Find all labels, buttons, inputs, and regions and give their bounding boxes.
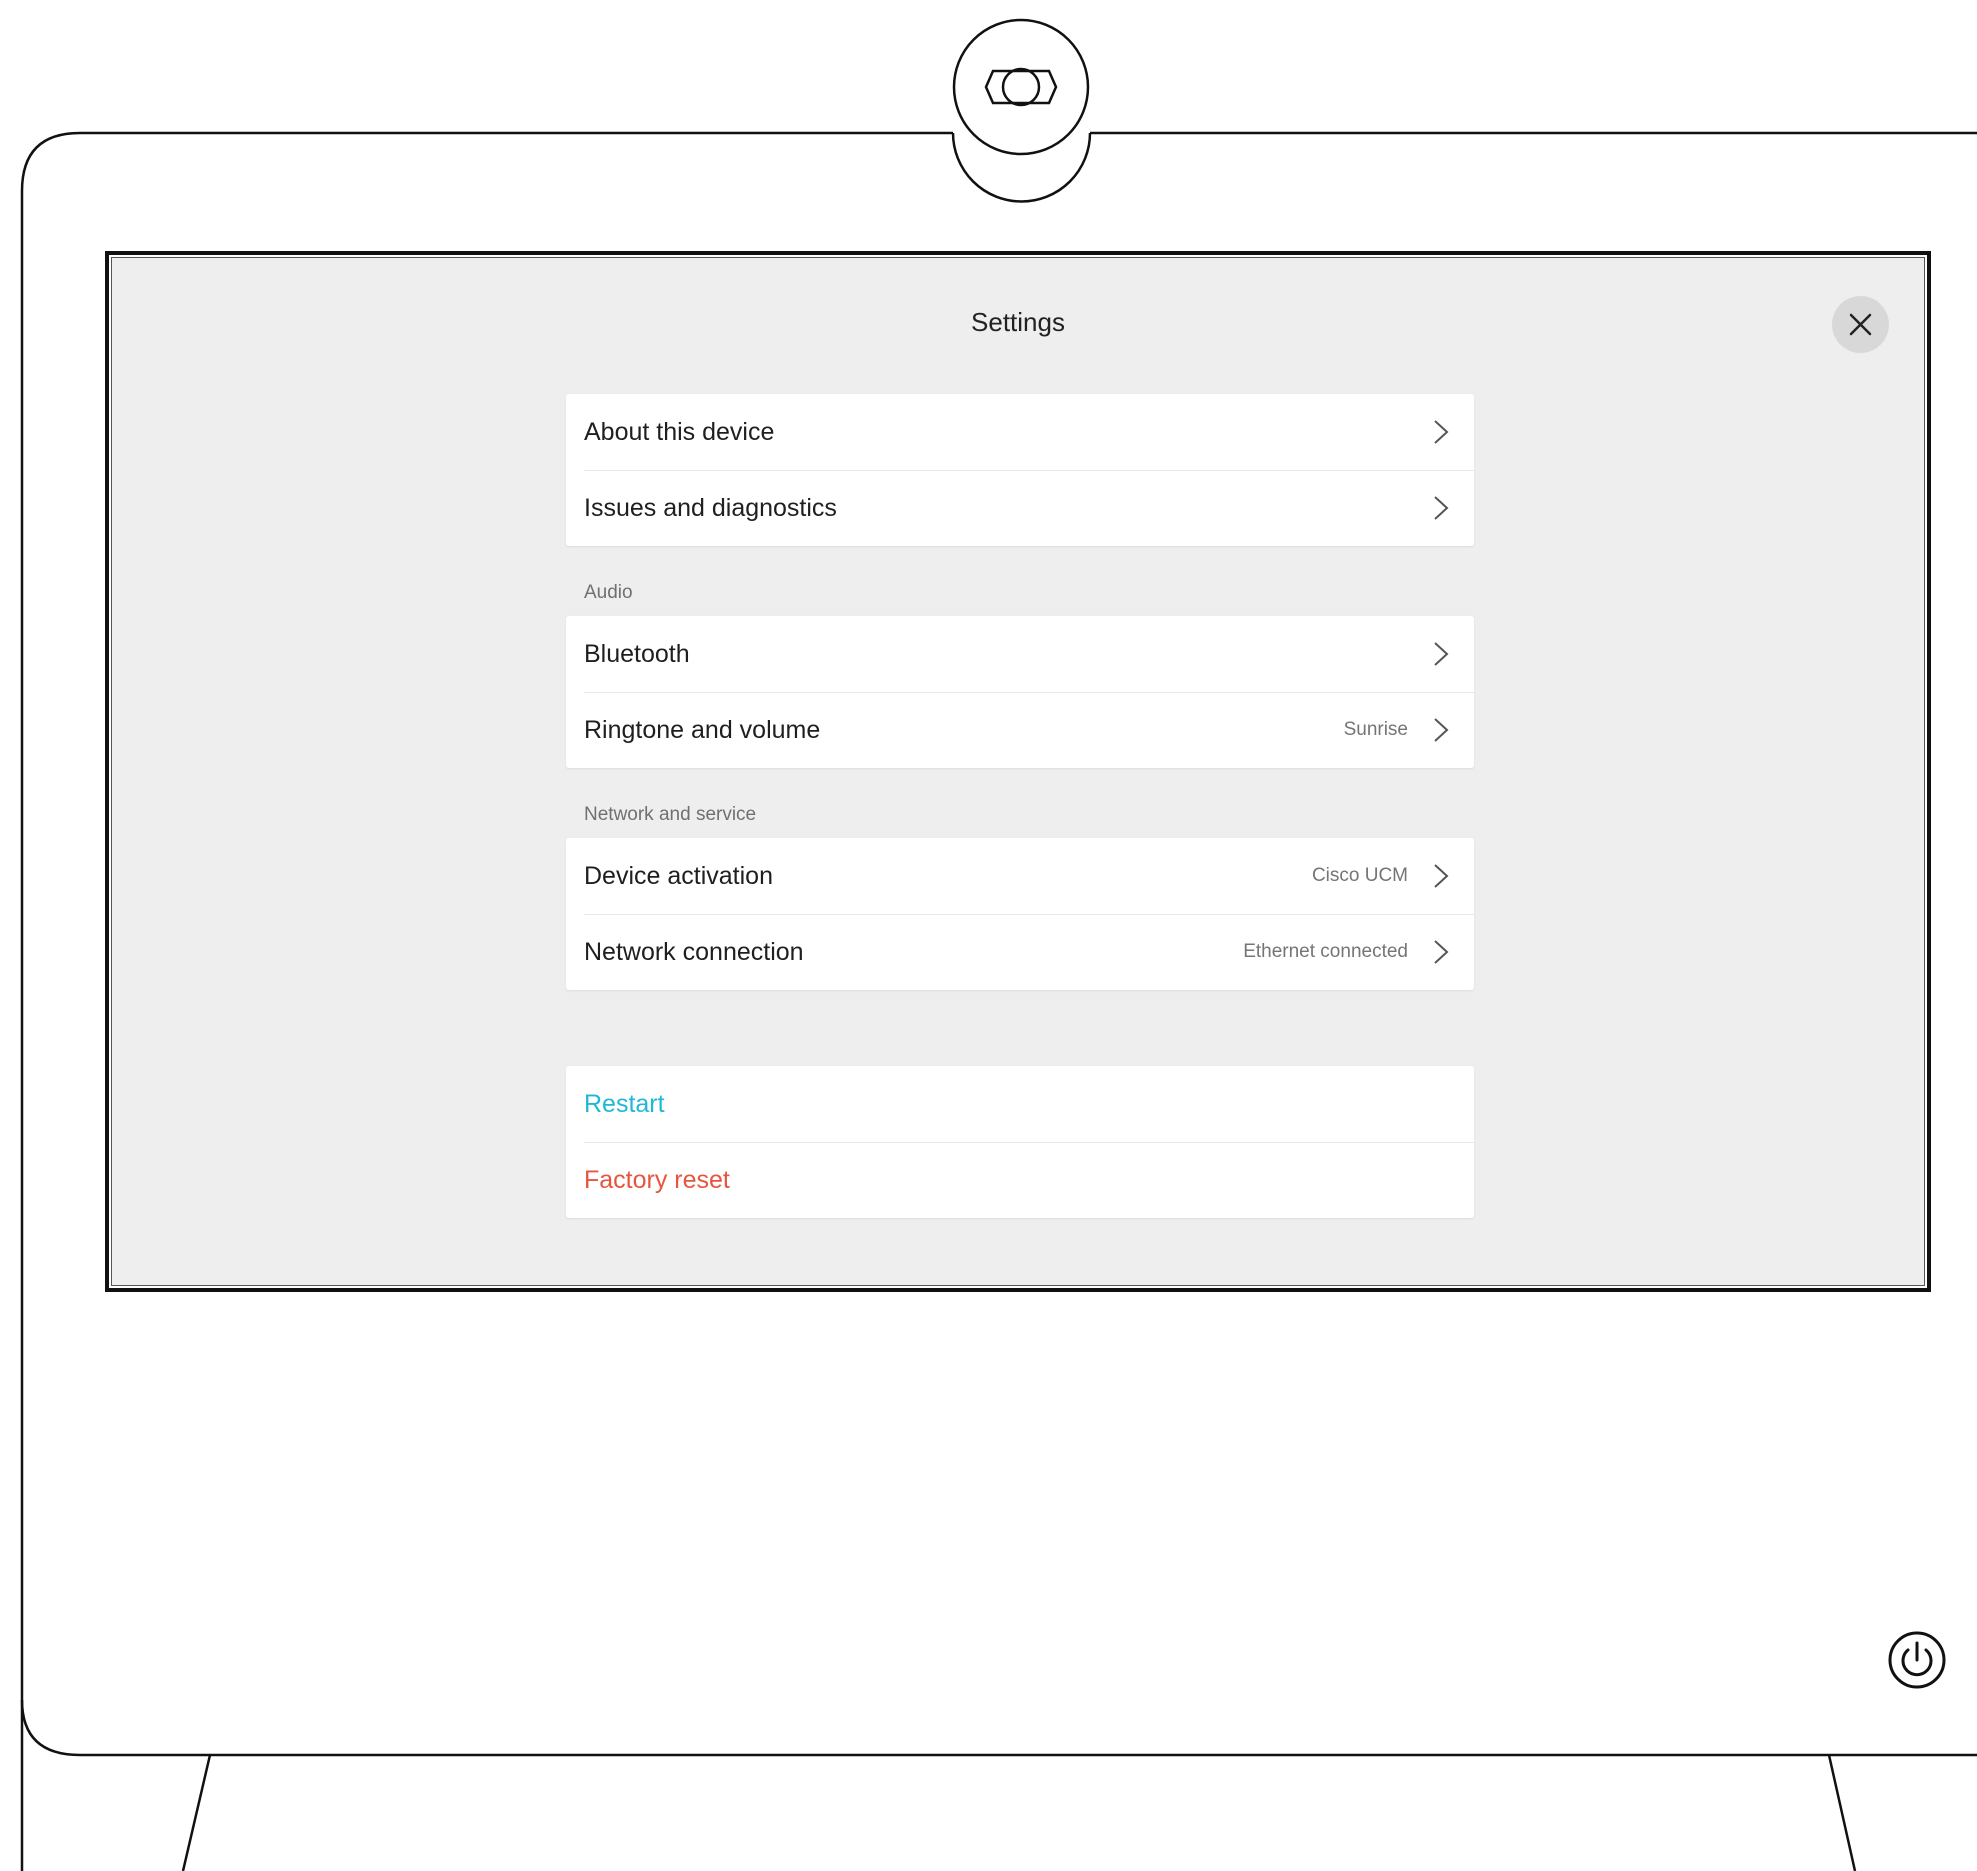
issues-diagnostics-item[interactable]: Issues and diagnostics — [566, 470, 1474, 546]
power-icon[interactable] — [1887, 1630, 1947, 1690]
chevron-right-icon — [1434, 718, 1449, 742]
chevron-right-icon — [1434, 496, 1449, 520]
close-button[interactable] — [1832, 296, 1889, 353]
ringtone-volume-label: Ringtone and volume — [584, 715, 821, 744]
device-activation-label: Device activation — [584, 861, 773, 890]
factory-reset-label: Factory reset — [584, 1165, 730, 1194]
about-device-label: About this device — [584, 417, 775, 446]
network-settings-group: Device activation Cisco UCM Network conn… — [566, 838, 1474, 990]
chevron-right-icon — [1434, 642, 1449, 666]
camera-icon — [952, 18, 1090, 156]
restart-label: Restart — [584, 1089, 665, 1118]
bluetooth-label: Bluetooth — [584, 639, 690, 668]
bluetooth-item[interactable]: Bluetooth — [566, 616, 1474, 692]
issues-diagnostics-label: Issues and diagnostics — [584, 493, 837, 522]
device-activation-item[interactable]: Device activation Cisco UCM — [566, 838, 1474, 914]
page-title: Settings — [971, 307, 1065, 337]
chevron-right-icon — [1434, 420, 1449, 444]
about-device-item[interactable]: About this device — [566, 394, 1474, 470]
chevron-right-icon — [1434, 864, 1449, 888]
factory-reset-button[interactable]: Factory reset — [566, 1142, 1474, 1218]
ringtone-value: Sunrise — [1343, 719, 1408, 740]
section-label-audio: Audio — [584, 582, 633, 603]
ringtone-volume-item[interactable]: Ringtone and volume Sunrise — [566, 692, 1474, 768]
network-connection-value: Ethernet connected — [1243, 941, 1408, 962]
actions-group: Restart Factory reset — [566, 1066, 1474, 1218]
device-screen: Settings About this device Issues and di… — [105, 251, 1931, 1292]
section-label-network: Network and service — [584, 804, 757, 825]
general-settings-group: About this device Issues and diagnostics — [566, 394, 1474, 546]
restart-button[interactable]: Restart — [566, 1066, 1474, 1142]
audio-settings-group: Bluetooth Ringtone and volume Sunrise — [566, 616, 1474, 768]
chevron-right-icon — [1434, 940, 1449, 964]
close-icon — [1849, 313, 1872, 336]
device-activation-value: Cisco UCM — [1311, 865, 1408, 886]
network-connection-item[interactable]: Network connection Ethernet connected — [566, 914, 1474, 990]
network-connection-label: Network connection — [584, 937, 804, 966]
settings-list: About this device Issues and diagnostics… — [566, 394, 1474, 1218]
